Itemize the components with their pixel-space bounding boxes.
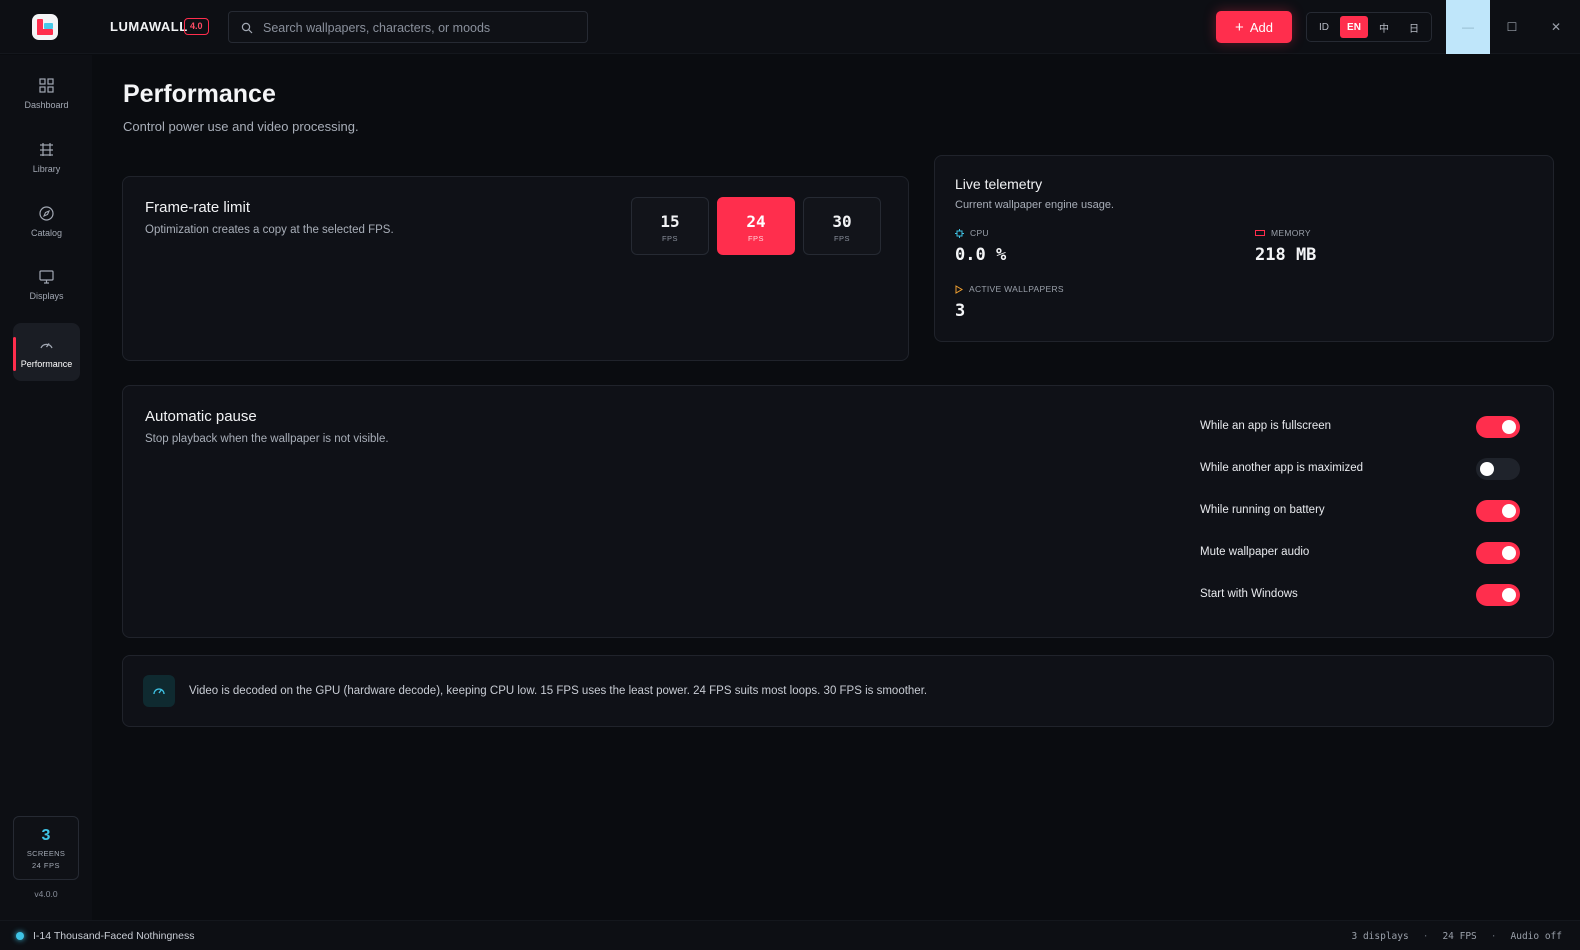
app-logo: [32, 14, 58, 40]
lang-option-en[interactable]: EN: [1340, 16, 1368, 38]
frame-rate-title: Frame-rate limit: [145, 199, 251, 216]
cpu-label-row: CPU: [955, 228, 989, 238]
toggle-row-battery: While running on battery: [1200, 499, 1521, 523]
sidebar-item-library[interactable]: Library: [13, 128, 80, 186]
fps-option-30[interactable]: 30 FPS: [803, 197, 881, 255]
toggle-maximized[interactable]: [1476, 458, 1520, 480]
automatic-pause-card: Automatic pause Stop playback when the w…: [122, 385, 1554, 638]
fps-option-unit: FPS: [833, 234, 851, 243]
fps-option-value: 24: [746, 212, 766, 231]
search-icon: [241, 22, 253, 34]
monitor-icon: [39, 269, 54, 284]
page-subtitle: Control power use and video processing.: [123, 119, 359, 134]
active-wallpapers-label: ACTIVE WALLPAPERS: [969, 284, 1064, 294]
active-wallpapers-value: 3: [955, 301, 966, 321]
sidebar-item-performance[interactable]: Performance: [13, 323, 80, 381]
toggle-mute-audio[interactable]: [1476, 542, 1520, 564]
toggle-row-fullscreen: While an app is fullscreen: [1200, 415, 1521, 439]
search-input[interactable]: [263, 18, 581, 38]
telemetry-title: Live telemetry: [955, 176, 1043, 192]
app-name: LUMAWALL: [110, 19, 188, 34]
lang-option-zh[interactable]: 中: [1370, 16, 1398, 38]
app-version: v4.0.0: [34, 889, 58, 899]
grid-icon: [39, 77, 54, 93]
add-button-label: Add: [1249, 19, 1273, 35]
status-separator: ·: [1490, 931, 1497, 942]
add-button[interactable]: + Add: [1216, 11, 1292, 43]
info-note-text: Video is decoded on the GPU (hardware de…: [189, 685, 928, 697]
play-icon: [955, 284, 963, 294]
maximize-button[interactable]: ☐: [1490, 0, 1534, 54]
sidebar-item-label: Displays: [29, 290, 64, 301]
memory-value: 218 MB: [1255, 245, 1317, 265]
sidebar-item-catalog[interactable]: Catalog: [13, 192, 80, 250]
sidebar: Dashboard Library Catalog Displays Perfo…: [0, 55, 92, 920]
screens-label: SCREENS: [26, 849, 66, 858]
status-audio: Audio off: [1510, 931, 1562, 942]
fps-option-value: 15: [660, 212, 680, 231]
page-title: Performance: [123, 80, 276, 108]
version-badge: 4.0: [184, 18, 209, 35]
fps-option-unit: FPS: [661, 234, 679, 243]
toggle-row-start-with-windows: Start with Windows: [1200, 583, 1521, 607]
cpu-value: 0.0 %: [955, 245, 1007, 265]
automatic-pause-subtitle: Stop playback when the wallpaper is not …: [145, 433, 389, 445]
toggle-label: Mute wallpaper audio: [1200, 546, 1310, 558]
memory-icon: [1255, 230, 1265, 236]
playing-indicator: [16, 932, 24, 940]
fps-option-unit: FPS: [747, 234, 765, 243]
telemetry-subtitle: Current wallpaper engine usage.: [955, 199, 1114, 211]
screens-count: 3: [41, 827, 51, 844]
toggle-battery[interactable]: [1476, 500, 1520, 522]
chip-icon: [955, 228, 964, 238]
screens-fps: 24 FPS: [31, 861, 60, 870]
toggle-label: While running on battery: [1200, 504, 1325, 516]
memory-label-row: MEMORY: [1255, 228, 1311, 238]
fps-option-15[interactable]: 15 FPS: [631, 197, 709, 255]
sidebar-item-dashboard[interactable]: Dashboard: [13, 64, 80, 122]
lang-option-id[interactable]: ID: [1310, 16, 1338, 38]
compass-icon: [39, 205, 54, 221]
telemetry-card: Live telemetry Current wallpaper engine …: [934, 155, 1554, 342]
active-wallpapers-label-row: ACTIVE WALLPAPERS: [955, 284, 1064, 294]
toggle-fullscreen[interactable]: [1476, 416, 1520, 438]
plus-icon: +: [1235, 18, 1244, 36]
toggle-row-maximized: While another app is maximized: [1200, 457, 1521, 481]
toggle-row-mute-audio: Mute wallpaper audio: [1200, 541, 1521, 565]
status-bar: I-14 Thousand-Faced Nothingness 3 displa…: [0, 920, 1580, 950]
sidebar-item-label: Catalog: [30, 227, 63, 238]
fps-option-value: 30: [832, 212, 852, 231]
library-icon: [40, 142, 53, 156]
fps-option-24[interactable]: 24 FPS: [717, 197, 795, 255]
sidebar-item-displays[interactable]: Displays: [13, 255, 80, 313]
minimize-button[interactable]: —: [1446, 0, 1490, 54]
lang-option-ja[interactable]: 日: [1400, 16, 1428, 38]
search-box[interactable]: [228, 11, 588, 43]
toggle-label: While an app is fullscreen: [1200, 420, 1332, 432]
status-summary: 3 displays · 24 FPS · Audio off: [1352, 931, 1562, 942]
close-button[interactable]: ✕: [1534, 0, 1578, 54]
status-displays: 3 displays: [1351, 931, 1409, 942]
memory-label: MEMORY: [1271, 228, 1311, 238]
toggle-label: Start with Windows: [1200, 588, 1298, 600]
toggle-start-with-windows[interactable]: [1476, 584, 1520, 606]
info-note-card: Video is decoded on the GPU (hardware de…: [122, 655, 1554, 727]
status-fps: 24 FPS: [1442, 931, 1477, 942]
sidebar-item-label: Library: [32, 163, 61, 174]
sidebar-item-label: Performance: [20, 358, 73, 369]
toggle-label: While another app is maximized: [1200, 462, 1363, 474]
frame-rate-subtitle: Optimization creates a copy at the selec…: [145, 224, 394, 236]
status-separator: ·: [1422, 931, 1429, 942]
automatic-pause-title: Automatic pause: [145, 408, 257, 425]
screens-summary: 3 SCREENS 24 FPS: [13, 816, 79, 880]
top-bar: LUMAWALL 4.0 + Add ID EN 中 日 — ☐ ✕: [0, 0, 1580, 54]
cpu-label: CPU: [970, 228, 989, 238]
language-switcher: ID EN 中 日: [1306, 12, 1432, 42]
sidebar-item-label: Dashboard: [24, 99, 69, 110]
gauge-icon: [40, 342, 53, 348]
now-playing-name: I-14 Thousand-Faced Nothingness: [33, 930, 195, 942]
gauge-icon: [143, 675, 175, 707]
frame-rate-card: Frame-rate limit Optimization creates a …: [122, 176, 909, 361]
